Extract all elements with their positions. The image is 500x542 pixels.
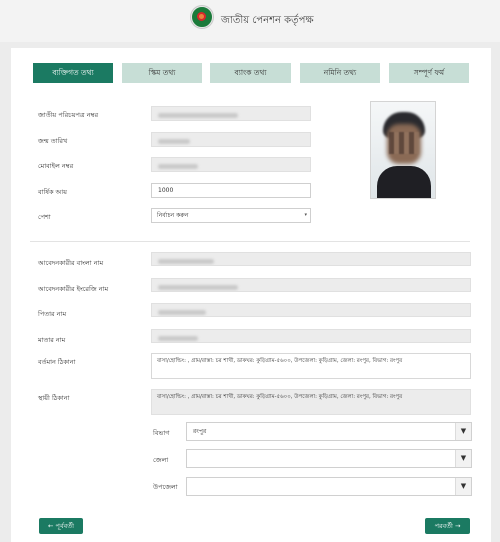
tab-scheme-info[interactable]: স্কিম তথ্য <box>122 63 202 83</box>
nid-label: জাতীয় পরিচয়পত্র নম্বর <box>38 111 99 119</box>
government-seal-icon <box>191 6 213 28</box>
present-address-label: বর্তমান ঠিকানা <box>38 358 76 366</box>
father-name-field[interactable] <box>151 303 471 317</box>
present-address-input[interactable]: বাসা/হোল্ডিং: , গ্রাম/রাস্তা: চর শাখী, ড… <box>151 353 471 379</box>
division-select[interactable]: রংপুর ▼ <box>186 422 472 441</box>
annual-income-label: বার্ষিক আয় <box>38 188 67 196</box>
mother-name-label: মাতার নাম <box>38 336 66 344</box>
tab-nominee-info[interactable]: নমিনি তথ্য <box>300 63 380 83</box>
tab-personal-info[interactable]: ব্যক্তিগত তথ্য <box>33 63 113 83</box>
division-label: বিভাগ <box>153 429 170 437</box>
chevron-down-icon: ▼ <box>455 423 471 440</box>
tab-complete-form[interactable]: সম্পূর্ণ ফর্ম <box>389 63 469 83</box>
chevron-down-icon: ▼ <box>455 450 471 467</box>
chevron-down-icon: ▼ <box>455 478 471 495</box>
section-divider <box>30 241 470 242</box>
chevron-down-icon: ▾ <box>304 212 307 218</box>
english-name-label: আবেদনকারীর ইংরেজি নাম <box>38 285 109 293</box>
annual-income-input[interactable]: 1000 <box>151 183 311 198</box>
tab-bank-info[interactable]: ব্যাংক তথ্য <box>210 63 291 83</box>
permanent-address-field[interactable]: বাসা/হোল্ডিং: , গ্রাম/রাস্তা: চর শাখী, ড… <box>151 389 471 415</box>
profession-label: পেশা <box>38 213 51 221</box>
app-header: জাতীয় পেনশন কর্তৃপক্ষ <box>0 0 500 42</box>
english-name-field[interactable] <box>151 278 471 292</box>
district-select[interactable]: ▼ <box>186 449 472 468</box>
bangla-name-label: আবেদনকারীর বাংলা নাম <box>38 259 104 267</box>
district-label: জেলা <box>153 456 169 464</box>
profession-select[interactable]: নির্বাচন করুন ▾ <box>151 208 311 223</box>
mobile-label: মোবাইল নম্বর <box>38 162 74 170</box>
nid-field[interactable] <box>151 106 311 121</box>
dob-field[interactable] <box>151 132 311 147</box>
site-title: জাতীয় পেনশন কর্তৃপক্ষ <box>221 15 314 26</box>
father-name-label: পিতার নাম <box>38 310 67 318</box>
bangla-name-field[interactable] <box>151 252 471 266</box>
next-button[interactable]: পরবর্তী → <box>425 518 470 534</box>
dob-label: জন্ম তারিখ <box>38 137 68 145</box>
mother-name-field[interactable] <box>151 329 471 343</box>
previous-button[interactable]: ← পূর্ববর্তী <box>39 518 83 534</box>
applicant-photo <box>370 101 436 199</box>
upazila-select[interactable]: ▼ <box>186 477 472 496</box>
profession-selected: নির্বাচন করুন <box>157 212 189 219</box>
permanent-address-label: স্থায়ী ঠিকানা <box>38 394 70 402</box>
upazila-label: উপজেলা <box>153 483 178 491</box>
mobile-field[interactable] <box>151 157 311 172</box>
division-selected: রংপুর <box>193 428 207 435</box>
